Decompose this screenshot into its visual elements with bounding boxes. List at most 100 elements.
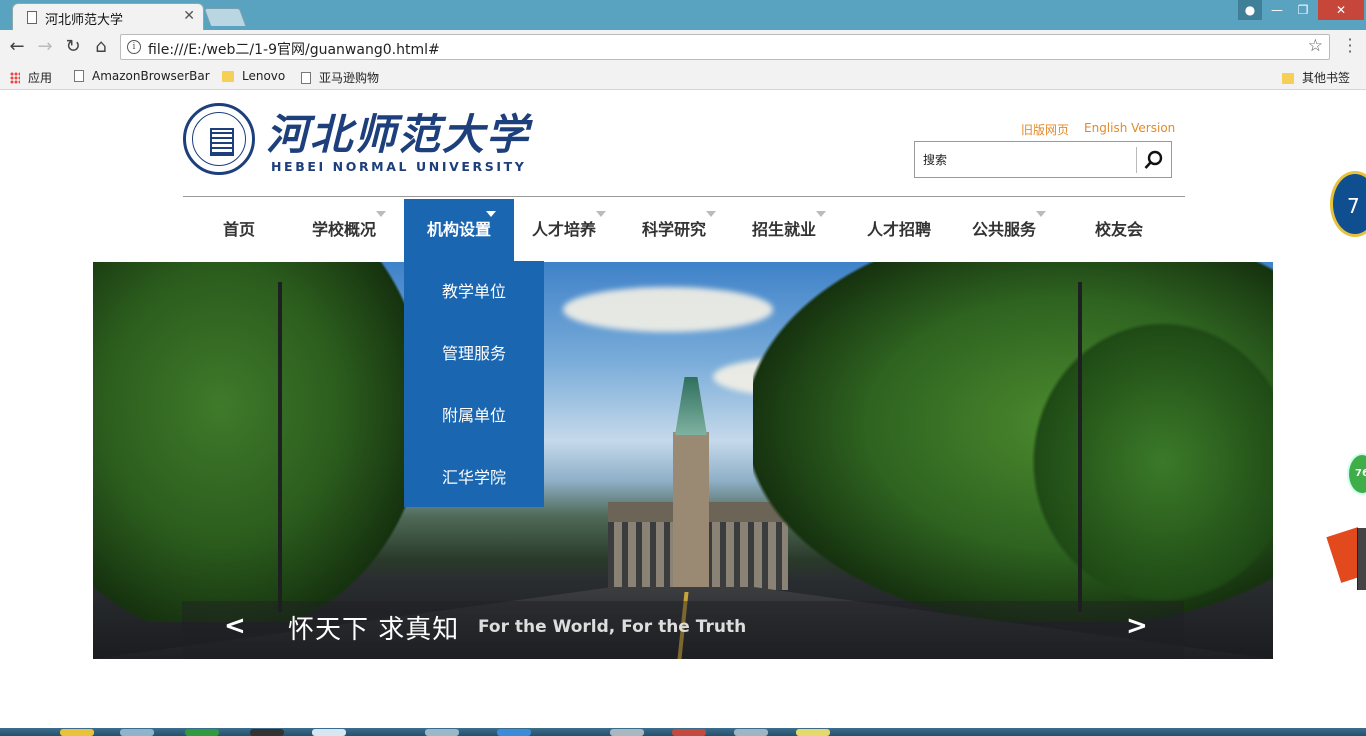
other-bookmarks[interactable]: 其他书签 [1282,69,1350,86]
nav-services[interactable]: 公共服务 [949,199,1059,261]
old-site-link[interactable]: 旧版网页 [1021,121,1069,138]
taskbar-app-icon[interactable] [497,729,531,736]
bookmark-label: Lenovo [242,69,286,83]
nav-alumni[interactable]: 校友会 [1064,199,1174,261]
browser-tab[interactable]: 河北师范大学 ✕ [12,3,204,30]
dropdown-item-affiliated-units[interactable]: 附属单位 [404,385,544,447]
window-close-icon[interactable]: ✕ [1318,0,1364,20]
search-icon[interactable] [1143,149,1165,171]
taskbar-app-icon[interactable] [185,729,219,736]
taskbar-app-icon[interactable] [796,729,830,736]
maximize-icon[interactable]: ❐ [1290,0,1316,20]
logo-english-name[interactable]: HEBEI NORMAL UNIVERSITY [271,159,526,174]
caret-down-icon [706,211,716,217]
taskbar-app-icon[interactable] [610,729,644,736]
caret-down-icon [486,211,496,217]
departments-dropdown: 教学单位 管理服务 附属单位 汇华学院 [404,261,544,507]
slide-caption: < 怀天下 求真知 For the World, For the Truth > [182,601,1184,659]
search-divider [1136,147,1137,173]
bookmarks-bar: 应用 AmazonBrowserBar Lenovo 亚马逊购物 其他书签 [0,64,1366,90]
taskbar-app-icon[interactable] [250,729,284,736]
bookmark-apps[interactable]: 应用 [10,69,52,86]
trees-right-far [1013,302,1273,622]
street-lamp [278,282,282,612]
address-bar[interactable]: i file:///E:/web二/1-9官网/guanwang0.html# … [120,34,1330,60]
bookmark-amazon-shopping[interactable]: 亚马逊购物 [301,69,379,86]
taskbar-app-icon[interactable] [120,729,154,736]
nav-recruitment[interactable]: 人才招聘 [844,199,954,261]
taskbar-app-icon[interactable] [672,729,706,736]
taskbar-app-icon[interactable] [60,729,94,736]
next-slide-arrow[interactable]: > [1126,611,1148,641]
clock-tower-spire [675,377,707,435]
logo-chinese-name[interactable]: 河北师范大学 [266,101,530,162]
bookmark-label: 其他书签 [1302,71,1351,85]
caret-down-icon [596,211,606,217]
taskbar-app-icon[interactable] [425,729,459,736]
nav-departments[interactable]: 机构设置 [404,199,514,261]
bookmark-amazon[interactable]: AmazonBrowserBar [74,69,210,83]
nav-label: 首页 [222,220,255,239]
street-lamp [1078,282,1082,612]
close-icon[interactable]: ✕ [183,8,195,24]
apps-icon [10,72,20,84]
caret-down-icon [816,211,826,217]
browser-toolbar: ← → ↻ ⌂ i file:///E:/web二/1-9官网/guanwang… [0,30,1366,64]
windows-taskbar [0,728,1366,736]
dropdown-item-teaching-units[interactable]: 教学单位 [404,261,544,323]
taskbar-app-icon[interactable] [312,729,346,736]
bookmark-label: 应用 [28,71,53,85]
floating-widget-badge[interactable]: 7 [1330,171,1366,237]
clock-tower [673,432,709,592]
nav-label: 招生就业 [751,220,816,239]
back-arrow-icon[interactable]: ← [6,36,28,58]
search-input[interactable] [923,149,1133,171]
nav-label: 机构设置 [426,220,491,239]
caret-down-icon [1036,211,1046,217]
folder-icon [222,71,234,82]
user-icon[interactable]: ● [1238,0,1262,20]
forward-arrow-icon[interactable]: → [34,36,56,58]
website: 河北师范大学 HEBEI NORMAL UNIVERSITY 旧版网页 Engl… [0,91,1366,728]
nav-label: 科学研究 [641,220,706,239]
bookmark-lenovo[interactable]: Lenovo [222,69,285,83]
nav-research[interactable]: 科学研究 [619,199,729,261]
page-icon [27,11,37,24]
page-icon [301,72,311,84]
cloud-shape [563,287,773,332]
url-text[interactable]: file:///E:/web二/1-9官网/guanwang0.html# [148,39,440,59]
folder-icon [1282,73,1294,84]
nav-label: 公共服务 [971,220,1036,239]
search-box [914,141,1172,178]
info-icon[interactable]: i [127,40,141,54]
nav-about[interactable]: 学校概况 [289,199,399,261]
english-version-link[interactable]: English Version [1084,121,1175,135]
prev-slide-arrow[interactable]: < [224,611,246,641]
slogan-chinese: 怀天下 求真知 [288,615,460,645]
new-tab-button[interactable] [203,8,247,26]
reload-icon[interactable]: ↻ [62,36,84,58]
nav-admissions[interactable]: 招生就业 [729,199,839,261]
hero-banner: < 怀天下 求真知 For the World, For the Truth > [93,262,1273,659]
dropdown-item-admin-services[interactable]: 管理服务 [404,323,544,385]
nav-label: 人才招聘 [866,220,931,239]
caret-down-icon [376,211,386,217]
nav-home[interactable]: 首页 [184,199,294,261]
bookmark-label: AmazonBrowserBar [92,69,210,83]
dropdown-item-huihua-college[interactable]: 汇华学院 [404,447,544,509]
floating-side-bar[interactable] [1357,528,1366,590]
menu-dots-icon[interactable]: · · · [1344,32,1356,60]
university-seal-logo[interactable] [183,103,255,175]
nav-label: 人才培养 [531,220,596,239]
bookmark-label: 亚马逊购物 [319,71,380,85]
bookmark-star-icon[interactable]: ☆ [1308,36,1323,56]
widget-count: 76 [1355,468,1366,479]
nav-education[interactable]: 人才培养 [509,199,619,261]
widget-count: 7 [1347,194,1360,218]
browser-titlebar: 河北师范大学 ✕ ● — ❐ ✕ [0,0,1366,30]
taskbar-app-icon[interactable] [734,729,768,736]
page-icon [74,70,84,82]
minimize-icon[interactable]: — [1264,0,1290,20]
home-icon[interactable]: ⌂ [90,36,112,58]
floating-speed-ball[interactable]: 76 [1347,453,1366,495]
